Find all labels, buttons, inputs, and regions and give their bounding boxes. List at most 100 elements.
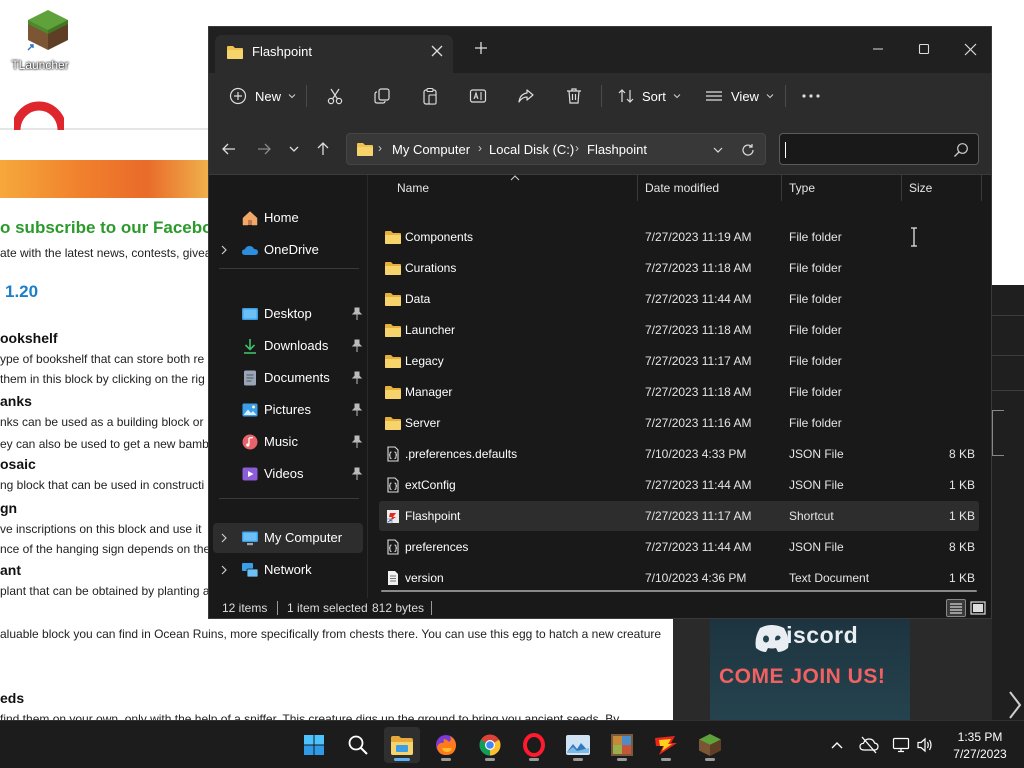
subscribe-heading[interactable]: o subscribe to our Faceboo — [0, 218, 223, 238]
address-history-button[interactable] — [708, 140, 728, 160]
nav-item-home[interactable]: Home — [213, 203, 363, 233]
paste-button[interactable] — [421, 81, 439, 111]
file-row[interactable]: Legacy 7/27/2023 11:17 AM File folder — [379, 346, 979, 376]
nav-item-videos[interactable]: Videos — [213, 459, 363, 489]
tray-network-status[interactable] — [858, 735, 880, 755]
file-row[interactable]: Curations 7/27/2023 11:18 AM File folder — [379, 253, 979, 283]
file-list[interactable]: Name Date modified Type Size Components 7… — [371, 175, 989, 598]
file-row[interactable]: Server 7/27/2023 11:16 AM File folder — [379, 408, 979, 438]
desktop-icon-tlauncher[interactable]: TLauncher — [10, 8, 70, 78]
clock-time[interactable]: 1:35 PM — [944, 730, 1016, 744]
file-row[interactable]: Components 7/27/2023 11:19 AM File folder — [379, 222, 979, 252]
taskbar-file-explorer[interactable] — [384, 727, 420, 763]
pane-splitter[interactable] — [367, 175, 368, 598]
start-button[interactable] — [296, 727, 332, 763]
file-explorer-window[interactable]: Flashpoint New Sort View › My Computer ›… — [208, 26, 992, 619]
search-box[interactable] — [779, 133, 979, 165]
file-row[interactable]: Flashpoint 7/27/2023 11:17 AM Shortcut 1 KB — [379, 501, 979, 531]
pin-icon[interactable] — [351, 467, 363, 481]
pin-icon[interactable] — [351, 435, 363, 449]
taskbar-opera[interactable] — [516, 727, 552, 763]
refresh-button[interactable] — [738, 140, 758, 160]
breadcrumb-separator[interactable]: › — [378, 141, 382, 155]
taskbar-game-app[interactable] — [604, 727, 640, 763]
column-resize-handle[interactable] — [981, 175, 982, 201]
minimize-button[interactable] — [855, 35, 901, 63]
file-row[interactable]: Manager 7/27/2023 11:18 AM File folder — [379, 377, 979, 407]
discord-banner[interactable]: Discord COME JOIN US! — [673, 618, 992, 720]
nav-item-my-computer[interactable]: My Computer — [213, 523, 363, 553]
nav-item-desktop[interactable]: Desktop — [213, 299, 363, 329]
pin-icon[interactable] — [351, 403, 363, 417]
column-size[interactable]: Size — [909, 181, 932, 195]
file-row[interactable]: .preferences.defaults 7/10/2023 4:33 PM JS… — [379, 439, 979, 469]
cut-button[interactable] — [326, 81, 344, 111]
large-icons-view-button[interactable] — [968, 599, 988, 617]
search-input[interactable] — [786, 140, 946, 160]
nav-item-music[interactable]: Music — [213, 427, 363, 457]
nav-item-network[interactable]: Network — [213, 555, 363, 585]
clock-date[interactable]: 7/27/2023 — [944, 747, 1016, 761]
show-hidden-icons-button[interactable] — [826, 735, 848, 755]
column-type[interactable]: Type — [789, 181, 815, 195]
horizontal-scrollbar[interactable] — [381, 590, 977, 592]
chevron-right-icon[interactable] — [219, 532, 229, 544]
chevron-right-icon[interactable] — [219, 244, 229, 256]
share-button[interactable] — [517, 81, 535, 111]
breadcrumb-separator[interactable]: › — [478, 141, 482, 155]
sort-button[interactable]: Sort — [617, 81, 682, 111]
delete-button[interactable] — [565, 81, 583, 111]
forward-button[interactable] — [252, 137, 276, 161]
breadcrumb-my-computer[interactable]: My Computer — [392, 142, 470, 157]
column-resize-handle[interactable] — [637, 175, 638, 201]
pin-icon[interactable] — [351, 339, 363, 353]
breadcrumb-flashpoint[interactable]: Flashpoint — [587, 142, 647, 157]
tray-network-icon[interactable] — [890, 735, 912, 755]
up-button[interactable] — [311, 137, 335, 161]
desktop-icon-opera[interactable] — [14, 100, 64, 130]
taskbar-flashpoint[interactable] — [648, 727, 684, 763]
file-row[interactable]: preferences 7/27/2023 11:44 AM JSON File 8 … — [379, 532, 979, 562]
title-bar[interactable]: Flashpoint — [209, 27, 991, 73]
taskbar-chrome[interactable] — [472, 727, 508, 763]
maximize-button[interactable] — [901, 35, 947, 63]
taskbar-search-button[interactable] — [340, 727, 376, 763]
new-tab-button[interactable] — [471, 39, 491, 60]
chevron-right-icon[interactable] — [219, 564, 229, 576]
nav-item-pictures[interactable]: Pictures — [213, 395, 363, 425]
nav-item-documents[interactable]: Documents — [213, 363, 363, 393]
copy-button[interactable] — [373, 81, 391, 111]
back-button[interactable] — [217, 137, 241, 161]
tray-volume-icon[interactable] — [914, 735, 936, 755]
nav-item-downloads[interactable]: Downloads — [213, 331, 363, 361]
address-bar[interactable]: › My Computer › Local Disk (C:) › Flashp… — [346, 133, 766, 165]
file-row[interactable]: extConfig 7/27/2023 11:44 AM JSON File 1 KB — [379, 470, 979, 500]
chevron-right-icon[interactable] — [1006, 690, 1024, 720]
tab-flashpoint[interactable]: Flashpoint — [215, 35, 453, 73]
view-button[interactable]: View — [705, 81, 775, 111]
column-resize-handle[interactable] — [901, 175, 902, 201]
file-row[interactable]: Launcher 7/27/2023 11:18 AM File folder — [379, 315, 979, 345]
nav-item-onedrive[interactable]: OneDrive — [213, 235, 363, 265]
column-resize-handle[interactable] — [781, 175, 782, 201]
rename-button[interactable] — [469, 81, 487, 111]
close-window-button[interactable] — [947, 35, 991, 63]
taskbar-photos[interactable] — [560, 727, 596, 763]
breadcrumb-local-disk[interactable]: Local Disk (C:) — [489, 142, 574, 157]
search-icon[interactable] — [952, 141, 970, 159]
pin-icon[interactable] — [351, 371, 363, 385]
taskbar-minecraft[interactable] — [692, 727, 728, 763]
tab-close-button[interactable] — [427, 41, 447, 62]
navigation-pane[interactable]: Home OneDrive Desktop Downloads Document… — [209, 175, 367, 598]
breadcrumb-separator[interactable]: › — [575, 141, 579, 155]
pin-icon[interactable] — [351, 307, 363, 321]
details-view-button[interactable] — [946, 599, 966, 617]
new-button[interactable]: New — [229, 81, 297, 111]
recent-locations-button[interactable] — [282, 137, 306, 161]
file-row[interactable]: Data 7/27/2023 11:44 AM File folder — [379, 284, 979, 314]
file-row[interactable]: version 7/10/2023 4:36 PM Text Document 1 K… — [379, 563, 979, 593]
column-name[interactable]: Name — [397, 181, 429, 195]
taskbar-firefox[interactable] — [428, 727, 464, 763]
column-date-modified[interactable]: Date modified — [645, 181, 719, 195]
see-more-button[interactable] — [801, 81, 821, 111]
